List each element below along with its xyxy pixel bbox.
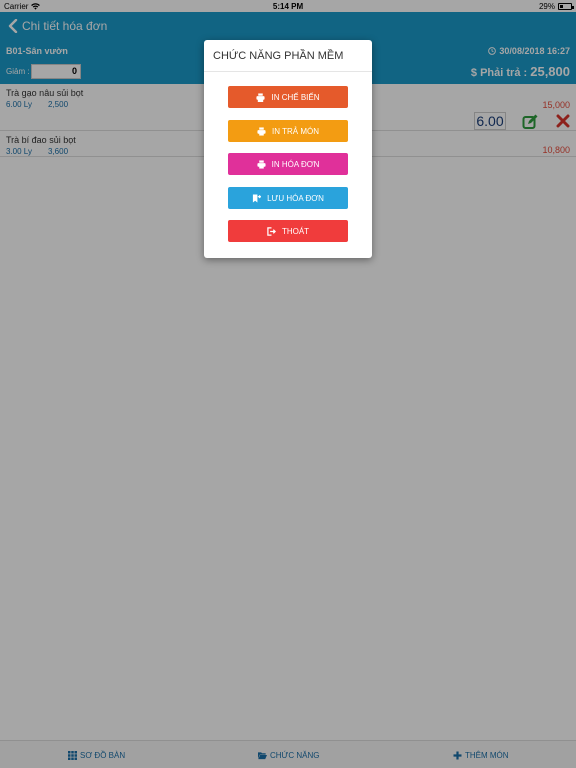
- save-invoice-button[interactable]: LƯU HÓA ĐƠN: [228, 187, 348, 209]
- button-label: IN TRẢ MÓN: [272, 126, 319, 136]
- button-label: THOÁT: [281, 226, 310, 236]
- exit-button[interactable]: THOÁT: [228, 220, 348, 242]
- dialog-title: CHỨC NĂNG PHẦN MỀM: [204, 40, 372, 72]
- print-kitchen-button[interactable]: IN CHẾ BIẾN: [228, 86, 348, 108]
- button-label: IN HÓA ĐƠN: [271, 159, 320, 169]
- printer-icon: [256, 92, 266, 102]
- printer-icon: [257, 159, 266, 169]
- printer-icon: [257, 126, 266, 136]
- print-invoice-button[interactable]: IN HÓA ĐƠN: [228, 153, 348, 175]
- save-bookmark-icon: [252, 193, 262, 203]
- print-return-button[interactable]: IN TRẢ MÓN: [228, 120, 348, 142]
- button-label: LƯU HÓA ĐƠN: [267, 193, 324, 203]
- function-dialog: CHỨC NĂNG PHẦN MỀM IN CHẾ BIẾN IN TRẢ MÓ…: [204, 40, 372, 258]
- button-label: IN CHẾ BIẾN: [271, 92, 320, 102]
- sign-out-icon: [267, 226, 276, 236]
